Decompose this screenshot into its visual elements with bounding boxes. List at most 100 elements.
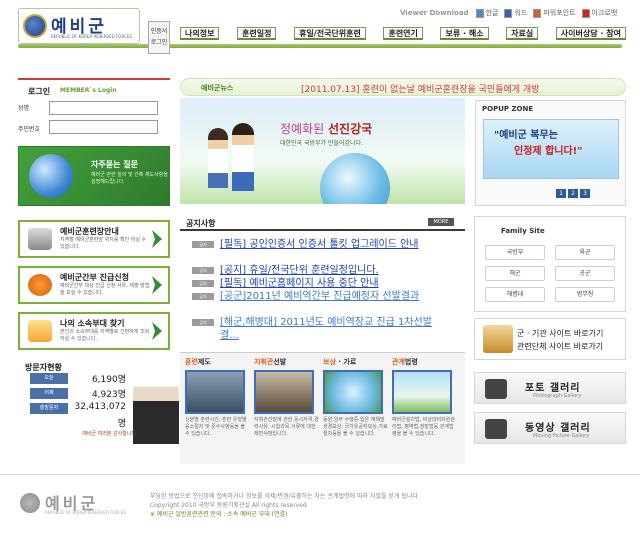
viewer-pdf-link[interactable]: 아크로뱃 (581, 8, 617, 18)
faq-title: 자주묻는 질문 (91, 160, 138, 169)
find-my-unit-link[interactable]: 나의 소속부대 찾기 본인의 소속부대를 지역별로 간편하게 조회 하실 수 있… (18, 312, 170, 350)
popup-page-3[interactable]: 3 (580, 189, 590, 198)
quick-link-title: 나의 소속부대 찾기 (60, 319, 125, 328)
notice-tag: 공지 (192, 293, 214, 300)
nav-resources[interactable]: 자료실 (506, 27, 539, 40)
resident-number-input[interactable] (49, 120, 158, 134)
child-figure (208, 128, 228, 188)
slogan-main: 선진강국 (328, 122, 373, 136)
footer-emblem-icon (20, 493, 40, 513)
notice-link[interactable]: [해군,해병대] 2011년도 예비역장교 진급 1차선발결... (220, 316, 450, 342)
related-laws-card[interactable]: 관계법령 예비군설치법, 비상대비자원관리법, 병역법,징발법등 관계법령을 볼… (392, 357, 458, 438)
card-title-rest: 법령 (404, 358, 418, 366)
card-image (254, 370, 314, 414)
compensation-card[interactable]: 보상 · 가료 동원,임무 수행중 입은 재해발생경보상, 국가유공자보상,가료… (323, 357, 389, 438)
commander-selection-card[interactable]: 지휘관선발 지휘관선발에 관한 응시자격,경력사유, 시험과목,서류에 대한 제… (254, 357, 320, 438)
notice-tag: 공지 (192, 280, 214, 287)
nav-training-postpone[interactable]: 훈련연기 (383, 27, 423, 40)
footer-logo-subtitle: REPUBLIC OF KOREA RESERVED FORCES (45, 510, 126, 515)
notice-link[interactable]: [공지] 휴일/전국단위 훈련일정입니다. (220, 264, 450, 277)
notice-link[interactable]: [필독] 예비군홈페이지 사용 중단 안내 (220, 277, 450, 290)
notice-tag: 공지 (192, 267, 214, 274)
visitors-total-unit: 명 (117, 419, 126, 429)
family-site-mma[interactable]: 병무청 (555, 287, 615, 302)
popup-banner[interactable]: "예비군 복무는 인정제 합니다!" (483, 119, 619, 179)
visitors-yesterday-value: 4,923명 (91, 390, 126, 400)
training-site-guide-link[interactable]: 예비군훈련장안내 지역별 예비군훈련장 위치를 확인 하실 수 있습니다. (18, 220, 170, 258)
clapperboard-icon (485, 419, 507, 439)
gallery-title: 동영상 갤러리 (525, 423, 591, 434)
name-input[interactable] (49, 101, 158, 115)
notice-title: 공지사항 (186, 219, 216, 228)
viewer-hwp-link[interactable]: 한글 (475, 8, 498, 18)
nav-holiday-training[interactable]: 휴일/전국단위훈련 (294, 27, 366, 40)
card-title-rest: · 가료 (335, 358, 357, 366)
login-box: 로그인 MEMBER`s Login 성명 주민번호 (18, 78, 170, 140)
popup-page-1[interactable]: 1 (556, 189, 566, 198)
notice-divider (180, 229, 465, 231)
footer-contact[interactable]: ※ 예비군 일반훈련관련 문의 : 소속 예비군 부대 (연결) (150, 510, 620, 519)
news-ticker[interactable]: 예비군뉴스 [2011.07.13] 훈련이 없는날 예비군훈련장을 국민들에게… (180, 78, 626, 96)
family-site-navy[interactable]: 해군 (485, 266, 545, 281)
related-groups-select[interactable]: 관련단체 사이트 바로가기 (517, 341, 621, 352)
family-site-army[interactable]: 육군 (555, 245, 615, 260)
card-title: 지휘관선발 (254, 357, 320, 367)
certificate-login-button[interactable]: 인증서 로그인 (148, 21, 170, 54)
news-headline: [2011.07.13] 훈련이 없는날 예비군훈련장을 국민들에게 개방 (301, 85, 540, 95)
quick-link-desc: 예비군간부 대상 진급 신청 서류, 제출 방법을 보실 수 있습니다. (60, 283, 150, 296)
emblem-icon (23, 14, 47, 38)
popup-banner-line2: 인정제 합니다!" (514, 146, 583, 157)
viewer-download-label: Viewer Download (400, 9, 469, 17)
slogan-prefix: 정예화된 (280, 122, 325, 136)
computer-icon (28, 228, 52, 250)
gallery-subtitle: Photograph Gallery (533, 393, 582, 399)
notice-board: 공지사항 MORE 공지 [필독] 공인인증서 인증서 툴킷 업그레이드 안내 … (180, 216, 465, 348)
notice-more-button[interactable]: MORE (428, 218, 454, 226)
card-description: 동원,임무 수행중 입은 재해발생경보상, 국가유공자보상,가료 절차등을 볼 … (323, 417, 388, 437)
visitors-yesterday-label: 어제 (30, 388, 68, 399)
military-sites-select[interactable]: 군 · 기관 사이트 바로가기 (517, 328, 621, 339)
training-system-card[interactable]: 훈련제도 신분별 훈련시간, 훈련 유형별 응소절차 및 준수사항등을 볼 수 … (185, 357, 251, 438)
nav-deferral[interactable]: 보류 · 해소 (440, 27, 489, 40)
quick-link-desc: 지역별 예비군훈련장 위치를 확인 하실 수 있습니다. (60, 237, 147, 250)
visitors-today-value: 6,190명 (91, 375, 126, 385)
acrobat-icon (581, 8, 590, 18)
popup-page-2[interactable]: 2 (568, 189, 578, 198)
faq-description: 예비군 관련 질의 및 간혹 제도사항을 설명해드립니다. (91, 172, 168, 185)
popup-banner-line1: "예비군 복무는 (494, 130, 558, 141)
spokesperson-quote: 예비군 여러분 감사합니다 (82, 431, 136, 437)
viewer-download-bar: Viewer Download 한글 워드 파워포인트 아크로뱃 (400, 6, 620, 20)
family-site-mnd[interactable]: 국방부 (485, 245, 545, 260)
viewer-ppt-label: 파워포인트 (543, 9, 576, 17)
quick-link-title: 예비군훈련장안내 (60, 227, 119, 236)
notice-tag: 공지 (192, 241, 214, 248)
login-title: 로그인 (28, 87, 51, 96)
main-slogan: 정예화된 선진강국 (280, 120, 372, 137)
photo-gallery-button[interactable]: 포토 갤러리 Photograph Gallery (474, 372, 626, 404)
gallery-title: 포토 갤러리 (525, 383, 581, 394)
notice-link[interactable]: [필독] 공인인증서 인증서 툴킷 업그레이드 안내 (220, 238, 450, 251)
news-label: 예비군뉴스 (201, 84, 234, 92)
site-logo[interactable]: 예비군 REPUBLIC OF KOREA RESERVED FORCES (18, 8, 140, 44)
nav-my-info[interactable]: 나의정보 (180, 27, 220, 40)
main-visual-banner: 정예화된 선진강국 대한민국 국방부가 만들어갑니다. (180, 98, 465, 204)
nav-training-schedule[interactable]: 훈련일정 (237, 27, 277, 40)
globe-phone-icon (29, 154, 73, 198)
popup-zone: POPUP ZONE "예비군 복무는 인정제 합니다!" 1 2 3 (475, 100, 626, 206)
card-description: 신분별 훈련시간, 훈련 유형별 응소절차 및 준수사항등을 볼 수 있습니다. (185, 417, 247, 437)
gallery-subtitle: Moving Picture Gallery (533, 433, 590, 439)
viewer-word-link[interactable]: 워드 (504, 8, 527, 18)
family-site-airforce[interactable]: 공군 (555, 266, 615, 281)
viewer-ppt-link[interactable]: 파워포인트 (533, 8, 576, 18)
name-label: 성명 (18, 105, 30, 112)
nav-cyber-consult[interactable]: 사이버상담 · 참여 (555, 27, 626, 40)
faq-banner[interactable]: 자주묻는 질문 예비군 관련 질의 및 간혹 제도사항을 설명해드립니다. (18, 146, 170, 206)
card-image (392, 370, 452, 414)
notice-link[interactable]: [공군]2011년 예비역간부 진급예정자 선발결과 (220, 290, 450, 303)
card-image (323, 370, 383, 414)
video-gallery-button[interactable]: 동영상 갤러리 Moving Picture Gallery (474, 412, 626, 444)
card-description: 지휘관선발에 관한 응시자격,경력사유, 시험과목,서류에 대한 제반사항입니다… (254, 417, 319, 437)
officer-promotion-link[interactable]: 예비군간부 진급신청 예비군간부 대상 진급 신청 서류, 제출 방법을 보실 … (18, 266, 170, 304)
family-site-marines[interactable]: 해병대 (485, 287, 545, 302)
card-title-rest: 제도 (197, 358, 211, 366)
